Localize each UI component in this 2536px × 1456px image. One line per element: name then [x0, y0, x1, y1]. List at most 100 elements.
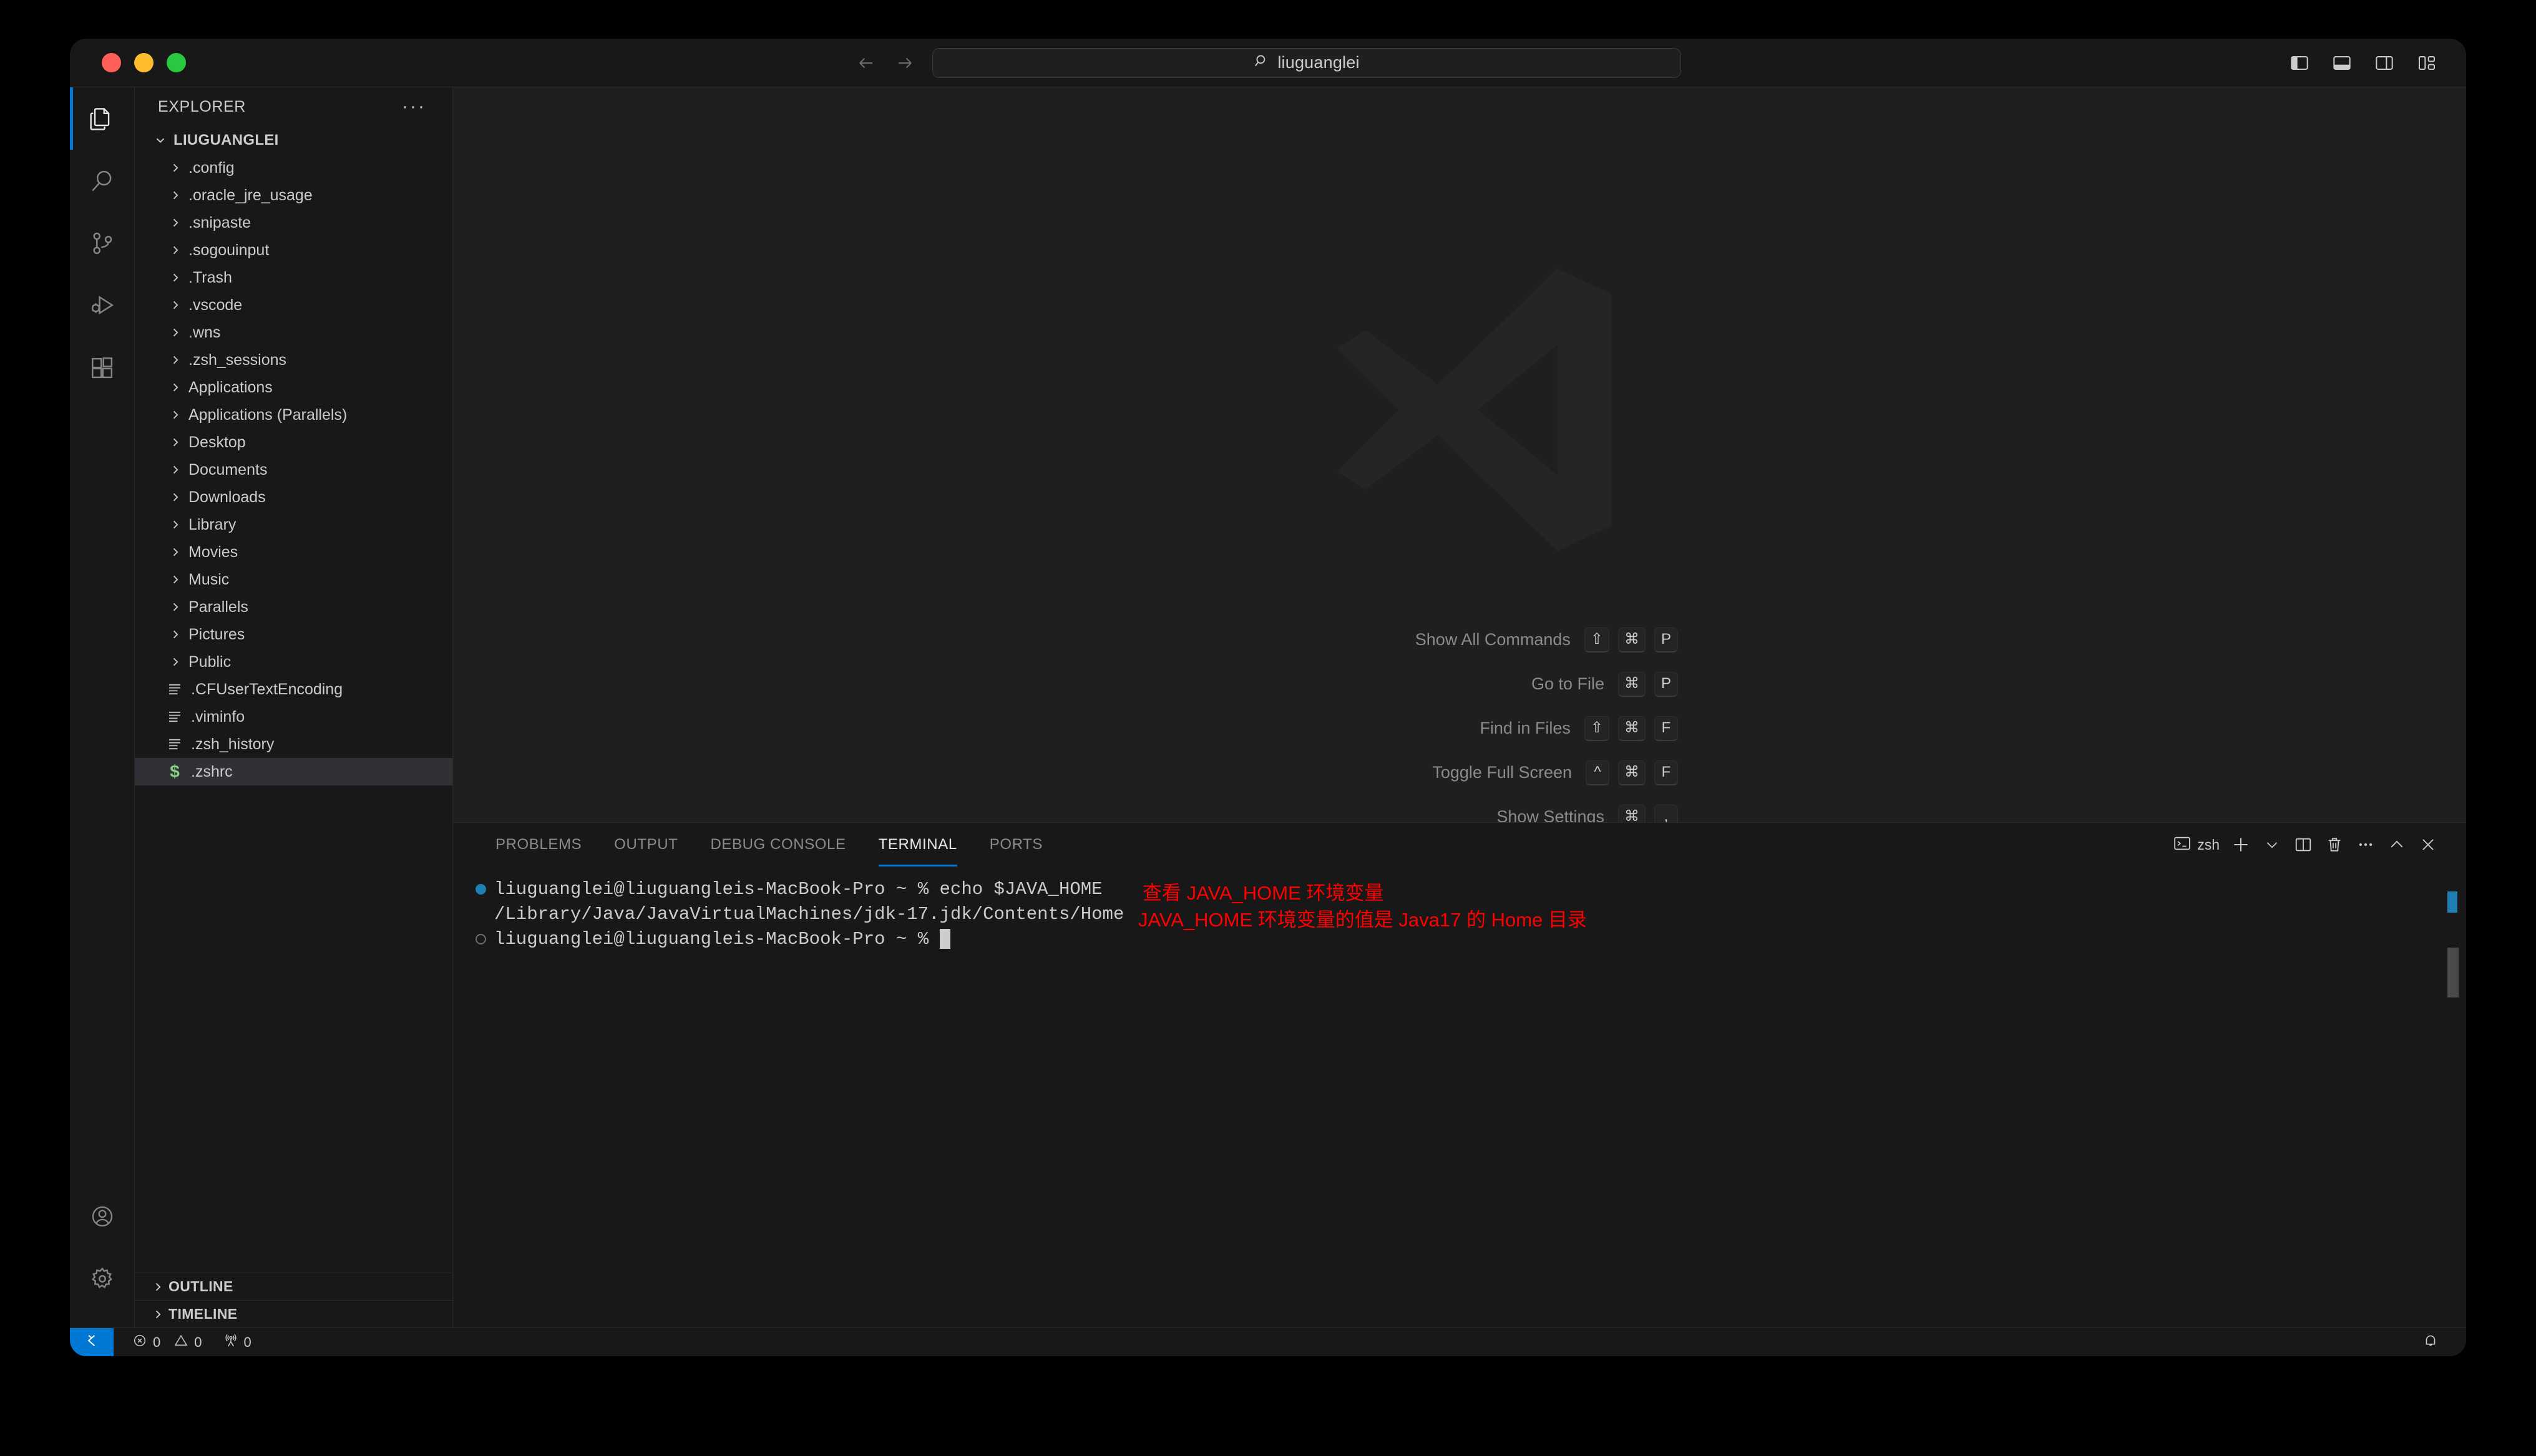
- vscode-logo-icon: [1336, 268, 1612, 551]
- tree-item-movies[interactable]: Movies: [135, 538, 452, 566]
- tree-item-dot-vscode[interactable]: .vscode: [135, 291, 452, 319]
- maximize-panel-button[interactable]: [2381, 829, 2412, 860]
- customize-layout-icon[interactable]: [2414, 50, 2440, 76]
- tree-item-label: Desktop: [188, 433, 246, 451]
- tree-item-dot-wns[interactable]: .wns: [135, 319, 452, 346]
- shortcut-label: Go to File: [1531, 674, 1604, 693]
- tree-item-downloads[interactable]: Downloads: [135, 483, 452, 511]
- tree-item-dot-snipaste[interactable]: .snipaste: [135, 209, 452, 236]
- activitybar-item-accounts[interactable]: [70, 1185, 135, 1248]
- remote-host-button[interactable]: [70, 1327, 114, 1356]
- file-tree[interactable]: LIUGUANGLEI .config .oracle_jre_usage .sni…: [135, 126, 452, 1273]
- tree-item-dot-sogouinput[interactable]: .sogouinput: [135, 236, 452, 264]
- ports-count: 0: [243, 1334, 251, 1350]
- tree-item-pictures[interactable]: Pictures: [135, 621, 452, 648]
- terminal-scrollbar-thumb[interactable]: [2447, 948, 2459, 997]
- kill-terminal-button[interactable]: [2319, 829, 2350, 860]
- tab-ports[interactable]: PORTS: [973, 823, 1059, 866]
- chevron-right-icon: [162, 381, 188, 394]
- quick-open-search-input[interactable]: liuguanglei: [932, 47, 1681, 78]
- chevron-right-icon: [162, 546, 188, 558]
- tab-terminal[interactable]: TERMINAL: [862, 823, 973, 866]
- tree-item-applications[interactable]: Applications: [135, 374, 452, 401]
- tree-root-folder[interactable]: LIUGUANGLEI: [135, 126, 452, 154]
- panel-more-actions-button[interactable]: [2350, 829, 2381, 860]
- tab-terminal-label: TERMINAL: [878, 836, 957, 853]
- tree-item-label: .zsh_sessions: [188, 351, 287, 369]
- toggle-panel-icon[interactable]: [2329, 50, 2355, 76]
- shortcut-row-show-settings[interactable]: Show Settings ⌘,: [1241, 795, 1678, 822]
- activitybar-item-source-control[interactable]: [70, 212, 135, 274]
- tree-item-label: .zsh_history: [191, 735, 275, 753]
- activitybar-item-search[interactable]: [70, 150, 135, 212]
- tree-item-applications-parallels-[interactable]: Applications (Parallels): [135, 401, 452, 429]
- tree-item-documents[interactable]: Documents: [135, 456, 452, 483]
- tree-item-label: .sogouinput: [188, 241, 270, 259]
- sidebar-more-actions-button[interactable]: ···: [402, 97, 426, 116]
- activitybar-item-manage[interactable]: [70, 1248, 135, 1310]
- activitybar-item-extensions[interactable]: [70, 337, 135, 399]
- tab-problems[interactable]: PROBLEMS: [479, 823, 598, 866]
- tree-item-dot-viminfo[interactable]: .viminfo: [135, 703, 452, 730]
- tree-item-dot-zshrc[interactable]: $ .zshrc: [135, 758, 452, 785]
- chevron-right-icon: [147, 1281, 168, 1293]
- tree-item-dot-cfusertextencoding[interactable]: .CFUserTextEncoding: [135, 676, 452, 703]
- tab-debug-console[interactable]: DEBUG CONSOLE: [694, 823, 862, 866]
- tree-item-music[interactable]: Music: [135, 566, 452, 593]
- terminal-view[interactable]: liuguanglei@liuguangleis-MacBook-Pro ~ %…: [453, 866, 2466, 1327]
- new-terminal-button[interactable]: [2225, 829, 2256, 860]
- text-file-icon: [162, 737, 187, 752]
- keybinding-key: ^: [1586, 760, 1609, 785]
- maximize-window-button[interactable]: [167, 53, 186, 72]
- tree-item-dot-zsh_history[interactable]: .zsh_history: [135, 730, 452, 758]
- tree-item-public[interactable]: Public: [135, 648, 452, 676]
- minimize-window-button[interactable]: [134, 53, 154, 72]
- chevron-right-icon: [162, 436, 188, 449]
- tree-item-label: .CFUserTextEncoding: [191, 680, 343, 698]
- shortcut-row-toggle-full-screen[interactable]: Toggle Full Screen ^ ⌘ F: [1241, 750, 1678, 795]
- sidebar-section-timeline[interactable]: TIMELINE: [135, 1300, 452, 1327]
- tree-item-label: Parallels: [188, 598, 248, 616]
- tree-item-dot-oracle_jre_usage[interactable]: .oracle_jre_usage: [135, 182, 452, 209]
- tree-item-label: Pictures: [188, 625, 245, 643]
- shortcut-row-find-in-files[interactable]: Find in Files ⇧ ⌘ F: [1241, 706, 1678, 750]
- forward-arrow-icon[interactable]: [894, 52, 916, 74]
- chevron-right-icon: [162, 189, 188, 201]
- chevron-right-icon: [162, 601, 188, 613]
- status-problems-button[interactable]: 0 0: [125, 1328, 210, 1357]
- tab-output[interactable]: OUTPUT: [598, 823, 694, 866]
- chevron-right-icon: [162, 628, 188, 641]
- toggle-primary-sidebar-icon[interactable]: [2286, 50, 2313, 76]
- sidebar-section-outline[interactable]: OUTLINE: [135, 1273, 452, 1300]
- activitybar-item-run-debug[interactable]: [70, 274, 135, 337]
- terminal-shell-indicator[interactable]: zsh: [2167, 829, 2225, 860]
- shortcut-row-show-all-commands[interactable]: Show All Commands ⇧ ⌘ P: [1241, 618, 1678, 662]
- back-arrow-icon[interactable]: [855, 52, 877, 74]
- activity-bar: [70, 87, 135, 1327]
- tree-item-label: Movies: [188, 543, 238, 561]
- terminal-profile-dropdown-button[interactable]: [2256, 829, 2288, 860]
- chevron-right-icon: [162, 299, 188, 311]
- activitybar-item-explorer[interactable]: [70, 87, 135, 150]
- shortcut-row-go-to-file[interactable]: Go to File ⌘ P: [1241, 662, 1678, 706]
- tree-item-parallels[interactable]: Parallels: [135, 593, 452, 621]
- terminal-icon: [2173, 834, 2192, 856]
- tree-item-dot-trash[interactable]: .Trash: [135, 264, 452, 291]
- tree-item-library[interactable]: Library: [135, 511, 452, 538]
- keybinding-key: ⌘: [1618, 804, 1646, 822]
- close-panel-button[interactable]: [2412, 829, 2444, 860]
- split-terminal-button[interactable]: [2288, 829, 2319, 860]
- notifications-bell-button[interactable]: [2415, 1328, 2446, 1357]
- tree-item-label: .vscode: [188, 296, 243, 314]
- tree-item-dot-config[interactable]: .config: [135, 154, 452, 182]
- status-ports-button[interactable]: 0: [216, 1328, 259, 1357]
- vscode-window: liuguanglei EXPLORER ··· LIUGUANGLEI .co…: [70, 39, 2466, 1356]
- close-window-button[interactable]: [102, 53, 121, 72]
- toggle-secondary-sidebar-icon[interactable]: [2371, 50, 2397, 76]
- tree-item-label: .zshrc: [191, 762, 233, 780]
- tree-item-dot-zsh_sessions[interactable]: .zsh_sessions: [135, 346, 452, 374]
- keybinding-key: ⇧: [1584, 627, 1609, 653]
- welcome-shortcuts-list: Show All Commands ⇧ ⌘ P Go to File ⌘ P Find in …: [1241, 618, 1678, 822]
- chevron-right-icon: [162, 271, 188, 284]
- tree-item-desktop[interactable]: Desktop: [135, 429, 452, 456]
